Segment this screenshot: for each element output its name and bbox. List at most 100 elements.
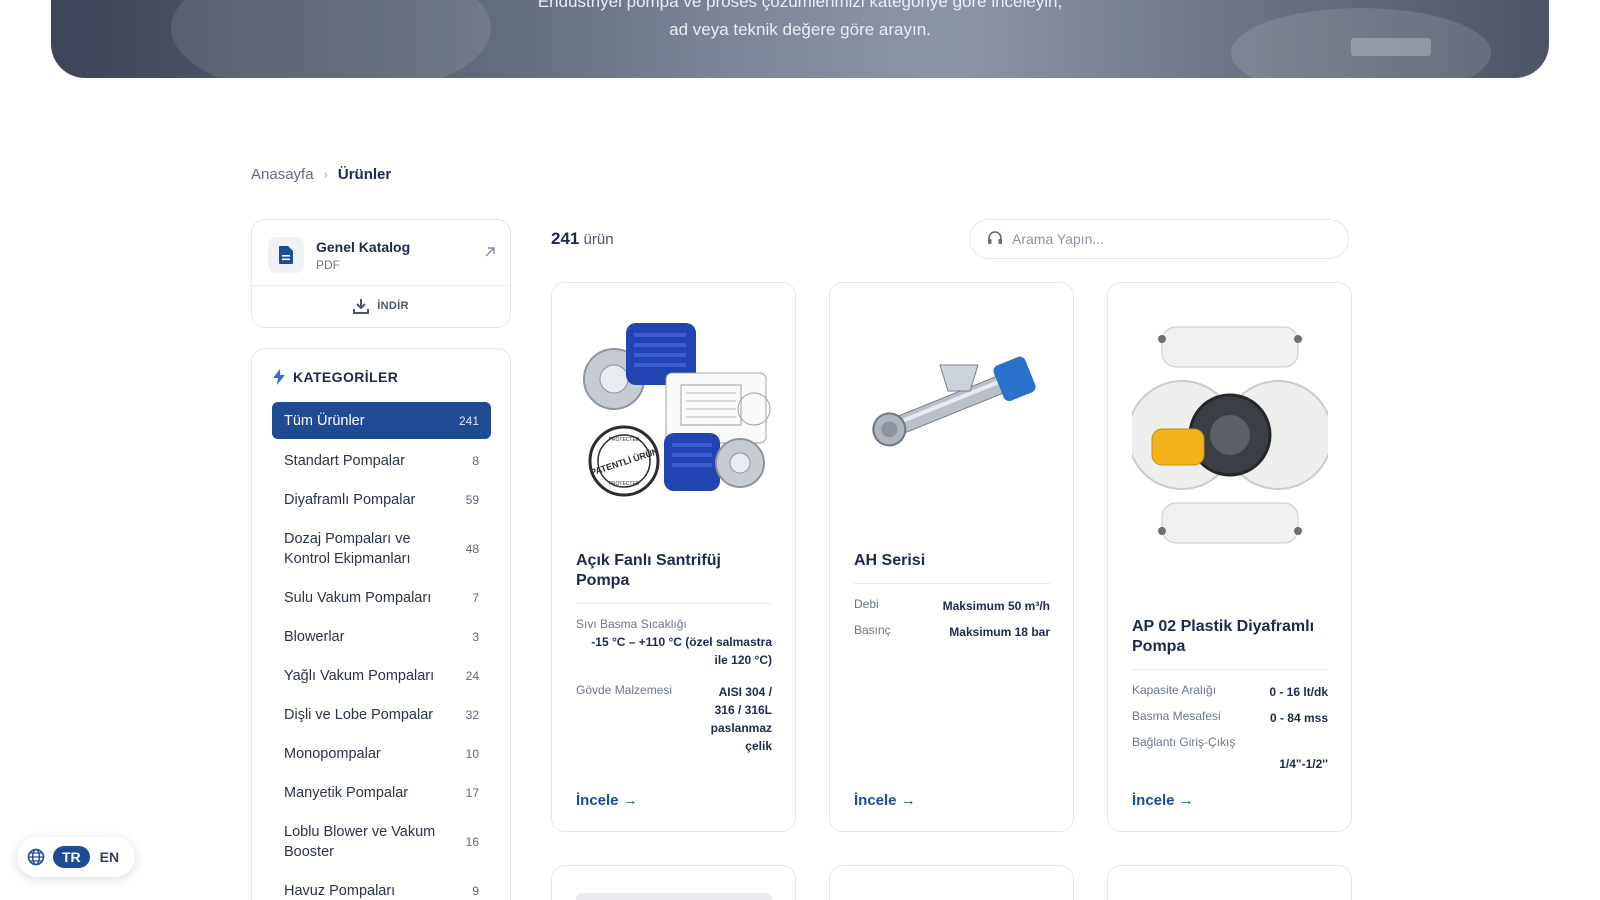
badge-ring-text-bottom: PROTECTED xyxy=(609,481,640,487)
chevron-right-icon: › xyxy=(323,167,328,182)
category-count: 17 xyxy=(465,785,479,800)
categories-heading: KATEGORİLER xyxy=(273,369,398,385)
product-card[interactable]: AH Serisi Debi Maksimum 50 m³/h Basınç M… xyxy=(829,282,1074,832)
category-item[interactable]: Loblu Blower ve Vakum Booster 16 xyxy=(272,812,491,871)
view-product-link[interactable]: İncele → xyxy=(576,792,638,809)
spec-value: Maksimum 50 m³/h xyxy=(942,599,1050,613)
category-label: Monopompalar xyxy=(284,745,381,762)
badge-ring-text-top: PROTECTED xyxy=(609,437,640,443)
product-card[interactable]: PATENTLİ ÜRÜN PROTECTED PROTECTED Açık F… xyxy=(551,282,796,832)
breadcrumb-current: Ürünler xyxy=(337,166,392,183)
divider xyxy=(854,583,1050,584)
category-item[interactable]: Havuz Pompaları 9 xyxy=(272,871,491,900)
category-count: 8 xyxy=(472,453,479,468)
catalog-open-link[interactable]: Genel Katalog PDF xyxy=(268,237,410,273)
external-link-icon[interactable] xyxy=(484,245,496,263)
product-card[interactable] xyxy=(1107,865,1352,900)
result-count: 241 ürün xyxy=(551,229,614,248)
product-title[interactable]: AH Serisi xyxy=(854,551,1050,571)
category-count: 241 xyxy=(458,413,479,428)
view-product-link[interactable]: İncele → xyxy=(1132,792,1194,809)
divider xyxy=(252,285,510,286)
spec-value: 0 - 16 lt/dk xyxy=(1269,685,1328,699)
category-item[interactable]: Dişli ve Lobe Pompalar 32 xyxy=(272,695,491,734)
categories-card: KATEGORİLER Tüm Ürünler 241 Standart Pompa… xyxy=(251,348,511,900)
spec-value: 0 - 84 mss xyxy=(1269,711,1328,725)
spec-value: -15 °C – +110 °C (özel salmastra ile 120… xyxy=(591,635,772,667)
spec-value: Maksimum 18 bar xyxy=(949,625,1050,639)
category-item[interactable]: Monopompalar 10 xyxy=(272,734,491,773)
spec-label: Basma Mesafesi xyxy=(1132,709,1221,723)
hero-description-line2: ad veya teknik değere göre arayın. xyxy=(669,20,931,39)
category-label: Loblu Blower ve Vakum Booster xyxy=(284,823,436,860)
hero-banner: Endüstriyel pompa ve proses çözümlerimiz… xyxy=(51,0,1549,78)
category-count: 24 xyxy=(465,668,479,683)
category-item[interactable]: Manyetik Pompalar 17 xyxy=(272,773,491,812)
category-count: 48 xyxy=(465,541,479,556)
breadcrumb: Anasayfa › Ürünler xyxy=(251,166,391,183)
hero-description-line1: Endüstriyel pompa ve proses çözümlerimiz… xyxy=(537,0,1063,11)
spec-label: Bağlantı Giriş-Çıkış xyxy=(1132,735,1236,749)
divider xyxy=(576,603,772,604)
category-item[interactable]: Standart Pompalar 8 xyxy=(272,441,491,480)
image-placeholder xyxy=(576,893,772,900)
category-label: Sulu Vakum Pompaları xyxy=(284,589,432,606)
product-card[interactable]: AP 02 Plastik Diyaframlı Pompa Kapasite … xyxy=(1107,282,1352,832)
product-title[interactable]: AP 02 Plastik Diyaframlı Pompa xyxy=(1132,617,1328,657)
category-item[interactable]: Yağlı Vakum Pompaları 24 xyxy=(272,656,491,695)
category-item[interactable]: Sulu Vakum Pompaları 7 xyxy=(272,578,491,617)
category-item[interactable]: Blowerlar 3 xyxy=(272,617,491,656)
category-list: Tüm Ürünler 241 Standart Pompalar 8 Diyafram… xyxy=(272,402,491,900)
product-image xyxy=(1132,326,1328,544)
category-label: Tüm Ürünler xyxy=(284,412,365,429)
language-tr-button[interactable]: TR xyxy=(53,846,90,868)
catalog-format: PDF xyxy=(316,257,340,272)
spec-label: Sıvı Basma Sıcaklığı xyxy=(576,617,687,631)
category-label: Blowerlar xyxy=(284,628,345,645)
category-label: Havuz Pompaları xyxy=(284,882,396,899)
spec-value: AISI 304 / 316 / 316L paslanmaz çelik xyxy=(710,685,772,753)
language-switcher: TR EN xyxy=(17,837,135,877)
category-label: Yağlı Vakum Pompaları xyxy=(284,667,435,684)
download-icon xyxy=(353,299,370,314)
lightning-icon xyxy=(273,369,285,385)
search-box[interactable] xyxy=(969,219,1349,259)
search-input[interactable] xyxy=(1012,231,1312,247)
category-count: 3 xyxy=(472,629,479,644)
catalog-card: Genel Katalog PDF İNDİR xyxy=(251,219,511,328)
category-count: 16 xyxy=(465,834,479,849)
category-item[interactable]: Dozaj Pompaları ve Kontrol Ekipmanları 48 xyxy=(272,519,491,578)
product-title[interactable]: Açık Fanlı Santrifüj Pompa xyxy=(576,551,772,591)
spec-label: Basınç xyxy=(854,623,891,637)
category-count: 32 xyxy=(465,707,479,722)
headset-icon xyxy=(988,231,1002,244)
category-item[interactable]: Diyaframlı Pompalar 59 xyxy=(272,480,491,519)
category-item[interactable]: Tüm Ürünler 241 xyxy=(272,402,491,439)
product-card[interactable] xyxy=(551,865,796,900)
globe-icon xyxy=(27,848,45,866)
category-count: 10 xyxy=(465,746,479,761)
category-label: Manyetik Pompalar xyxy=(284,784,409,801)
product-image: PATENTLİ ÜRÜN PROTECTED PROTECTED xyxy=(583,323,771,497)
document-icon xyxy=(268,237,304,273)
spec-value: 1/4"-1/2'' xyxy=(1279,757,1328,771)
breadcrumb-home-link[interactable]: Anasayfa xyxy=(251,166,314,183)
category-label: Dozaj Pompaları ve Kontrol Ekipmanları xyxy=(284,530,411,567)
product-image xyxy=(872,356,1036,447)
category-count: 9 xyxy=(472,883,479,898)
category-count: 59 xyxy=(465,492,479,507)
catalog-title: Genel Katalog xyxy=(316,238,411,255)
category-count: 7 xyxy=(472,590,479,605)
spec-label: Kapasite Aralığı xyxy=(1132,683,1217,697)
download-label: İNDİR xyxy=(377,300,409,312)
category-label: Dişli ve Lobe Pompalar xyxy=(284,706,434,723)
view-product-link[interactable]: İncele → xyxy=(854,792,916,809)
language-en-button[interactable]: EN xyxy=(100,849,119,865)
spec-label: Debi xyxy=(854,597,879,611)
category-label: Standart Pompalar xyxy=(284,452,405,469)
category-label: Diyaframlı Pompalar xyxy=(284,491,416,508)
download-button[interactable]: İNDİR xyxy=(252,298,510,314)
product-card[interactable] xyxy=(829,865,1074,900)
spec-label: Gövde Malzemesi xyxy=(576,683,673,697)
divider xyxy=(1132,669,1328,670)
